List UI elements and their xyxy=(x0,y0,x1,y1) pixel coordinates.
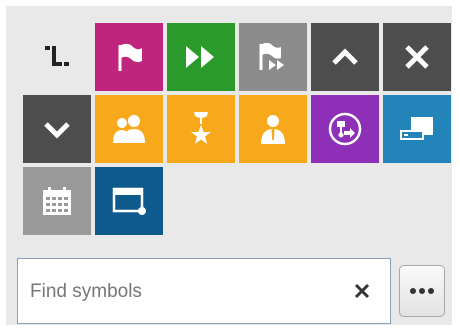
workflow-icon xyxy=(326,110,364,148)
more-options-button[interactable] xyxy=(399,265,445,317)
device-tag-icon xyxy=(397,114,437,144)
window-icon xyxy=(109,184,149,218)
symbol-chevron-up[interactable] xyxy=(311,23,379,91)
symbol-device-tag[interactable] xyxy=(383,95,451,163)
symbol-fast-forward[interactable] xyxy=(167,23,235,91)
symbol-calendar[interactable] xyxy=(23,167,91,235)
close-icon[interactable] xyxy=(350,279,374,303)
symbol-window[interactable] xyxy=(95,167,163,235)
symbol-trophy-star[interactable] xyxy=(167,95,235,163)
chevron-up-icon xyxy=(330,47,360,67)
symbol-step-number[interactable] xyxy=(23,23,91,91)
symbol-close[interactable] xyxy=(383,23,451,91)
fast-forward-icon xyxy=(184,44,218,70)
search-input[interactable] xyxy=(28,259,352,325)
flag-icon xyxy=(111,39,147,75)
symbol-workflow[interactable] xyxy=(311,95,379,163)
symbol-chevron-down[interactable] xyxy=(23,95,91,163)
chevron-down-icon xyxy=(42,119,72,139)
symbol-group[interactable] xyxy=(95,95,163,163)
symbol-flag[interactable] xyxy=(95,23,163,91)
trophy-star-icon xyxy=(185,109,217,149)
flag-forward-icon xyxy=(254,39,292,75)
symbol-flag-forward[interactable] xyxy=(239,23,307,91)
symbol-person[interactable] xyxy=(239,95,307,163)
ellipsis-icon xyxy=(409,282,435,300)
step-number-icon xyxy=(41,43,73,71)
close-icon xyxy=(403,43,431,71)
person-icon xyxy=(258,112,288,146)
calendar-icon xyxy=(39,184,75,218)
symbol-search-box xyxy=(17,258,391,325)
group-icon xyxy=(109,112,149,146)
